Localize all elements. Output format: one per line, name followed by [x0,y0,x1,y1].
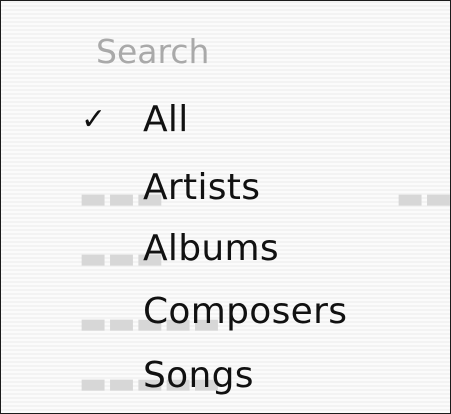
menu-item-label: Composers [143,290,348,332]
menu-item-label: Songs [143,354,254,396]
menu-header: Search [96,32,210,71]
menu-item-label: Artists [143,166,261,208]
menu-item-composers[interactable]: Composers [61,286,421,336]
menu-item-label: All [143,98,189,140]
search-scope-menu: Search ✓ All Artists Albums Composers So… [1,1,450,413]
menu-item-albums[interactable]: Albums [61,223,421,273]
menu-item-label: Albums [143,227,279,269]
menu-item-songs[interactable]: Songs [61,350,421,400]
checkmark-icon: ✓ [81,101,107,137]
search-popup-menu: ▬▬▬ ▬▬ ▬▬▬ ▬▬▬▬▬ ▬▬▬▬▬ Search ✓ All Arti… [0,0,451,414]
menu-item-all[interactable]: ✓ All [61,94,421,144]
menu-item-artists[interactable]: Artists [61,162,421,212]
